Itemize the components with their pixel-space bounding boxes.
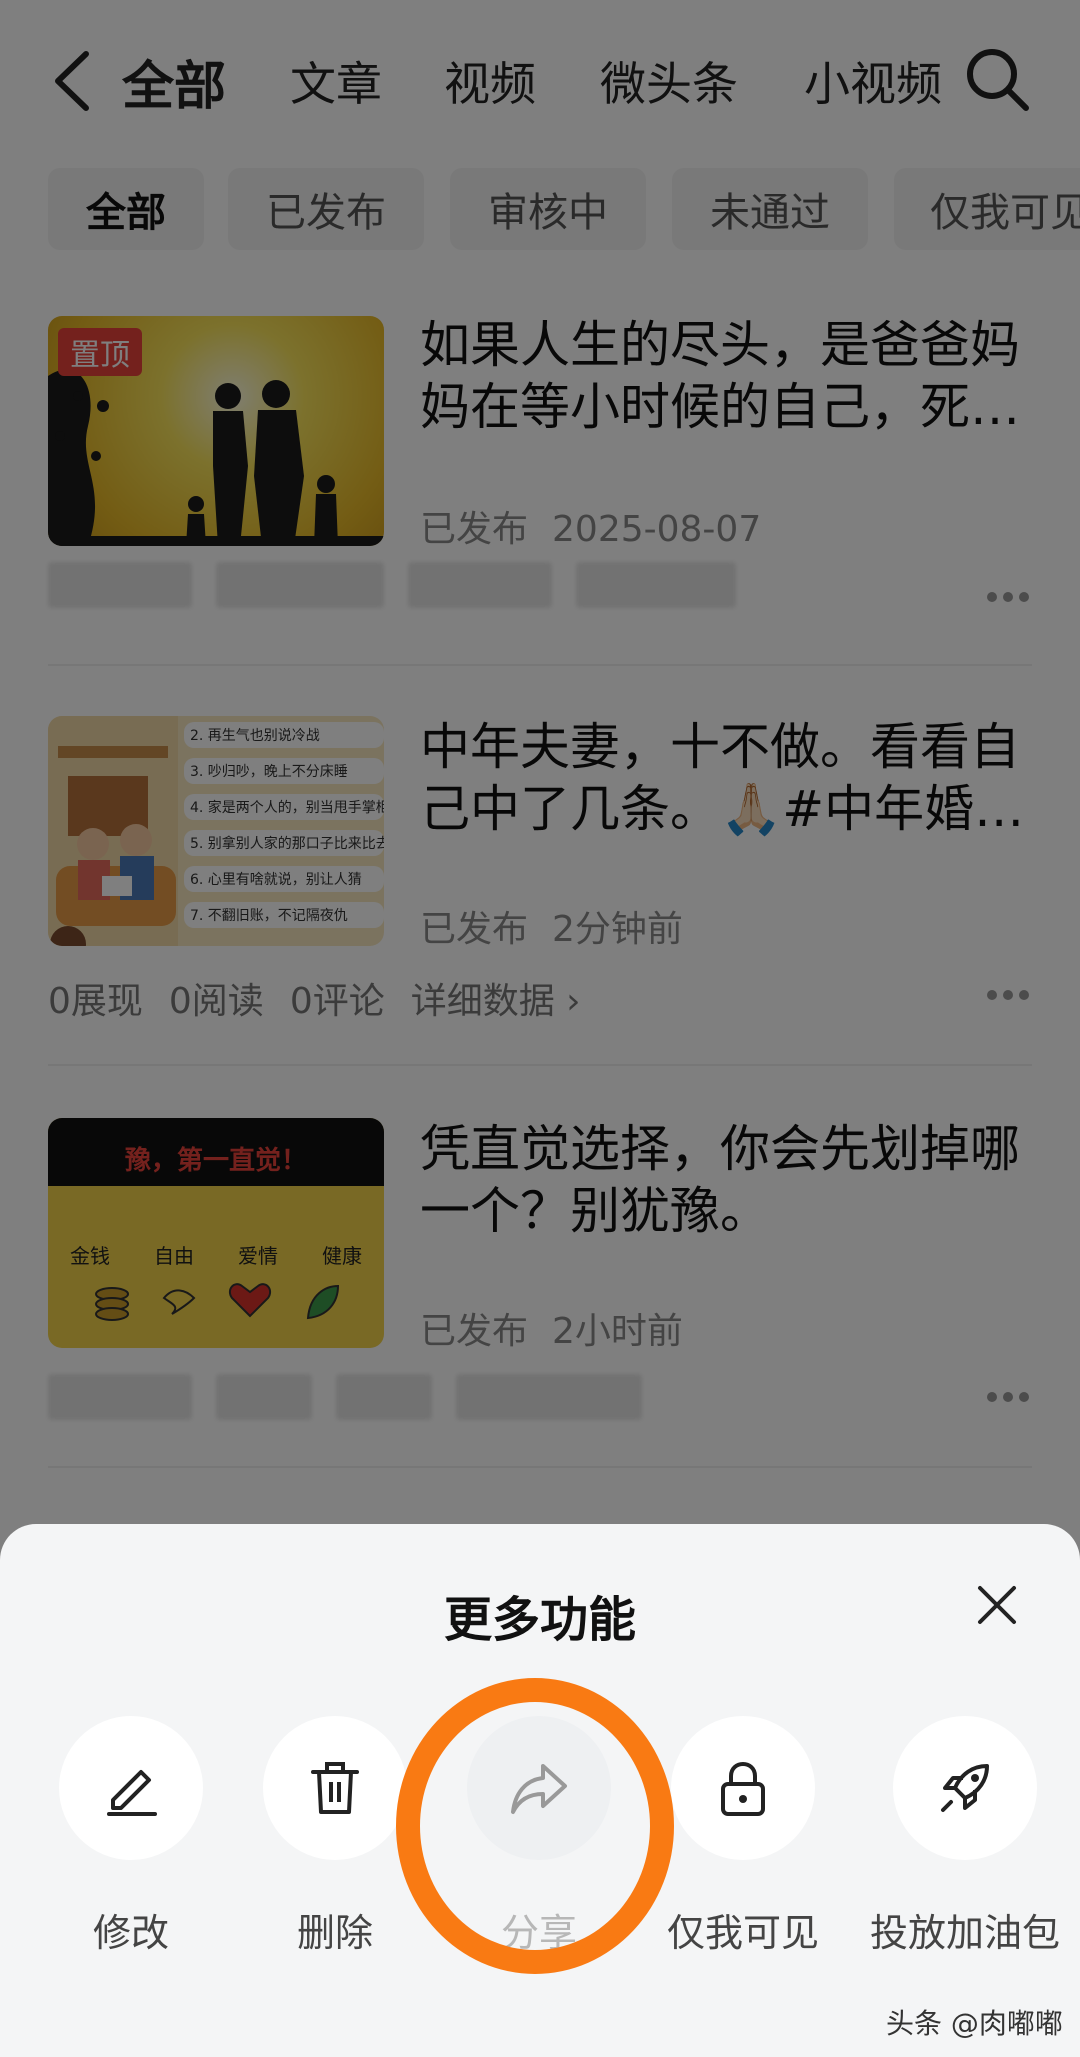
edit-button[interactable]: 修改 bbox=[56, 1716, 206, 1955]
private-button-circle[interactable] bbox=[671, 1716, 815, 1860]
edit-button-circle[interactable] bbox=[59, 1716, 203, 1860]
boost-button[interactable]: 投放加油包 bbox=[870, 1716, 1060, 1955]
boost-label: 投放加油包 bbox=[869, 1911, 1060, 1955]
highlight-circle-annotation bbox=[396, 1678, 674, 1974]
trash-icon bbox=[311, 1762, 359, 1814]
watermark: 头条 @肉嘟嘟 bbox=[886, 2007, 1063, 2040]
lock-icon bbox=[721, 1761, 765, 1816]
boost-button-circle[interactable] bbox=[893, 1716, 1037, 1860]
sheet-title: 更多功能 bbox=[443, 1592, 636, 1648]
delete-label: 删除 bbox=[296, 1911, 373, 1955]
edit-label: 修改 bbox=[92, 1911, 169, 1955]
delete-button[interactable]: 删除 bbox=[260, 1716, 410, 1955]
rocket-icon bbox=[941, 1764, 989, 1812]
edit-icon bbox=[107, 1770, 157, 1816]
close-icon[interactable] bbox=[972, 1580, 1022, 1630]
private-button[interactable]: 仅我可见 bbox=[667, 1716, 819, 1955]
private-label: 仅我可见 bbox=[666, 1911, 819, 1955]
delete-button-circle[interactable] bbox=[263, 1716, 407, 1860]
content-list-page: 全部 文章 视频 微头条 小视频 全部 已发布 审核中 未通过 仅我可见 bbox=[0, 0, 1080, 2057]
